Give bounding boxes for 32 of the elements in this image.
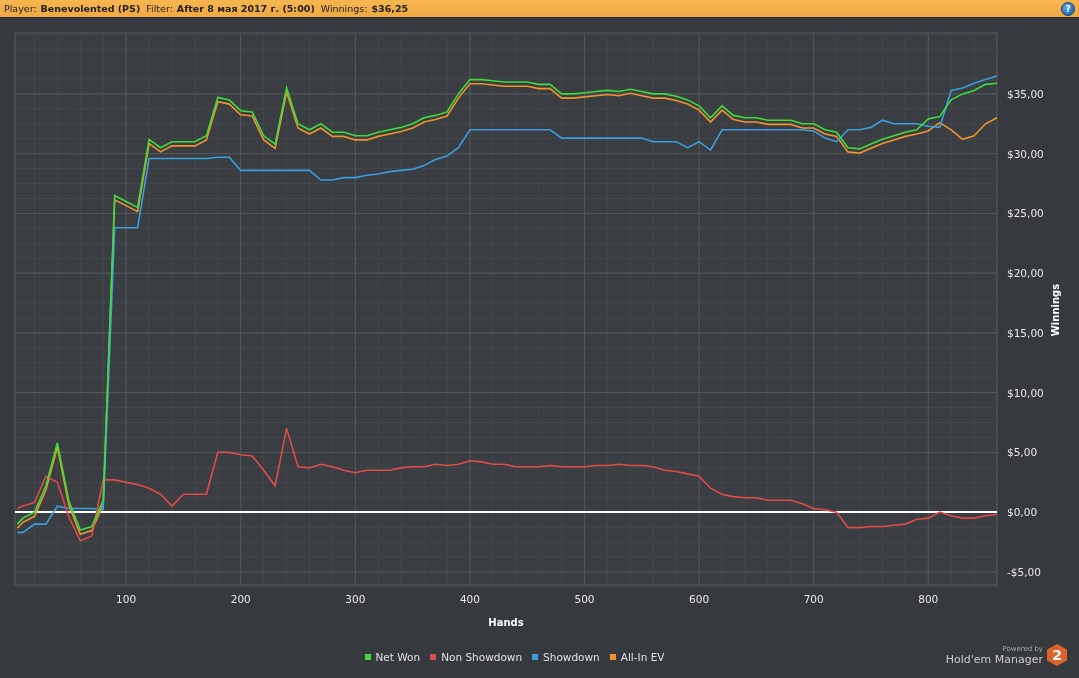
help-button[interactable]: ?	[1061, 1, 1075, 16]
y-tick-label: -$5,00	[1007, 565, 1041, 578]
field-label: Winnings:	[320, 3, 368, 14]
x-tick-label: 600	[689, 593, 710, 605]
y-tick-label: $25,00	[1007, 207, 1044, 220]
x-axis-title: Hands	[488, 617, 524, 628]
field-value: After 8 мая 2017 г. (5:00)	[176, 3, 315, 14]
field-label: Filter:	[146, 3, 173, 14]
product-name: Hold'em Manager	[945, 652, 1043, 666]
y-tick-label: $30,00	[1007, 147, 1044, 160]
x-tick-label: 800	[918, 593, 939, 605]
legend-label: Net Won	[375, 651, 421, 663]
x-tick-label: 300	[345, 593, 366, 605]
field-label: Player:	[4, 3, 37, 14]
y-tick-label: $10,00	[1007, 386, 1044, 399]
y-tick-label: $15,00	[1007, 326, 1044, 339]
x-tick-label: 200	[230, 593, 251, 605]
field-value: $36,25	[371, 3, 409, 14]
x-tick-label: 700	[803, 593, 824, 605]
field-value: Benevolented (PS)	[40, 3, 141, 14]
legend-label: All-In EV	[620, 651, 665, 663]
x-tick-label: 400	[459, 593, 480, 605]
logo-badge: 2	[1047, 644, 1067, 666]
y-tick-label: $0,00	[1007, 506, 1038, 519]
y-tick-label: $20,00	[1007, 267, 1044, 280]
x-tick-label: 100	[116, 593, 137, 605]
legend-label: Showdown	[543, 651, 600, 663]
y-axis-title: Winnings	[1050, 283, 1061, 337]
y-tick-label: $5,00	[1007, 446, 1038, 459]
legend-label: Non Showdown	[441, 651, 523, 663]
y-tick-label: $35,00	[1007, 87, 1044, 100]
x-tick-label: 500	[574, 593, 595, 605]
